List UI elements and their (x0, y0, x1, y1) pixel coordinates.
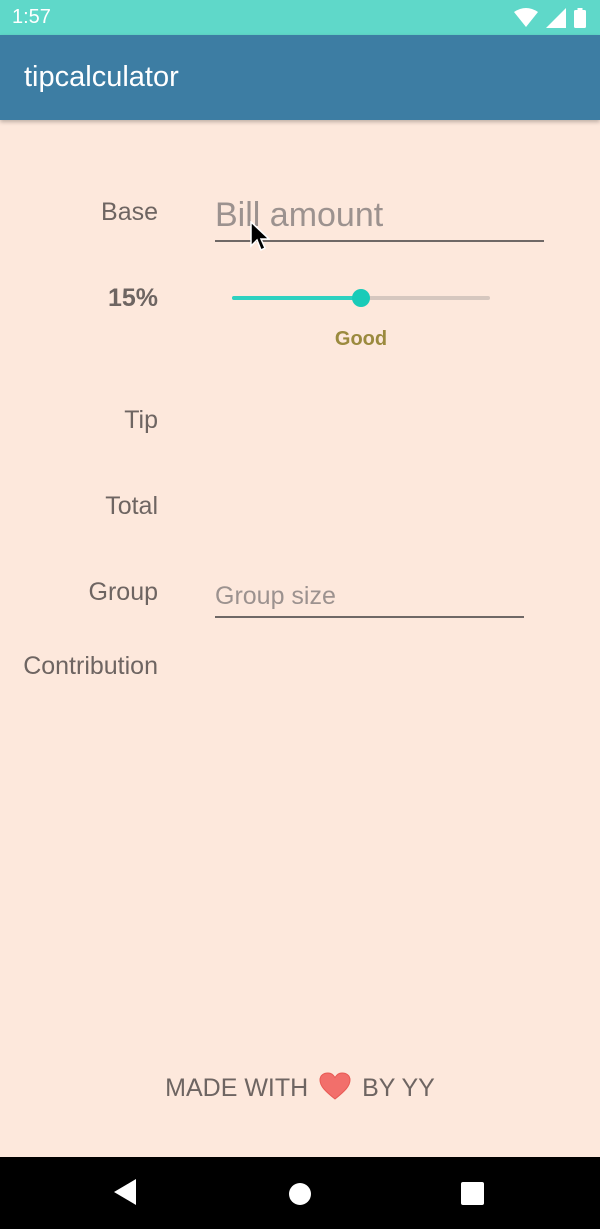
tip-label: Tip (124, 406, 158, 434)
footer-by: BY YY (362, 1074, 435, 1102)
tip-percent-slider[interactable] (232, 286, 490, 310)
footer-made-with: MADE WITH (165, 1074, 309, 1102)
home-icon[interactable] (288, 1182, 312, 1206)
app-bar: tipcalculator (0, 35, 600, 120)
total-label: Total (105, 492, 158, 520)
app-title: tipcalculator (24, 61, 179, 93)
group-label: Group (88, 578, 158, 606)
status-icons (514, 7, 586, 29)
cell-signal-icon (546, 8, 566, 28)
tip-description: Good (334, 328, 388, 350)
base-label: Base (101, 198, 158, 226)
tip-percent-label: 15% (107, 284, 158, 312)
slider-fill (232, 296, 361, 300)
recents-icon[interactable] (461, 1182, 484, 1205)
back-icon[interactable] (114, 1179, 138, 1205)
wifi-icon (514, 8, 538, 27)
group-size-input[interactable] (215, 576, 524, 618)
contribution-label: Contribution (23, 652, 158, 680)
main-content: Base 15% Good Tip Total Group Contributi… (0, 120, 600, 1157)
status-bar: 1:57 (0, 0, 600, 35)
navigation-bar (0, 1157, 600, 1229)
footer: MADE WITH BY YY (0, 1072, 600, 1103)
slider-thumb[interactable] (352, 289, 370, 307)
status-time: 1:57 (12, 6, 51, 28)
mouse-cursor-icon (250, 221, 270, 252)
battery-icon (574, 8, 586, 28)
heart-icon (319, 1072, 351, 1100)
